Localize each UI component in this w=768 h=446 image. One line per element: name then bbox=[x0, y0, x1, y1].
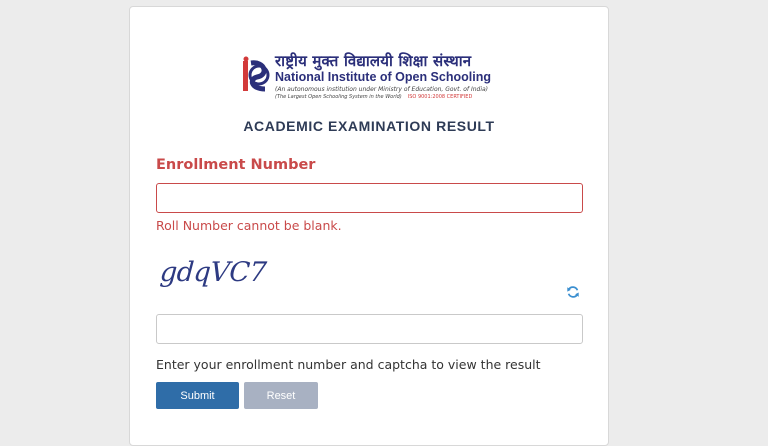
captcha-text: gdqVC7 bbox=[158, 257, 268, 288]
result-form-card: राष्ट्रीय मुक्त विद्यालयी शिक्षा संस्थान… bbox=[129, 6, 609, 446]
enrollment-error-message: Roll Number cannot be blank. bbox=[156, 218, 342, 233]
instruction-text: Enter your enrollment number and captcha… bbox=[156, 357, 541, 372]
submit-button[interactable]: Submit bbox=[156, 382, 239, 409]
enrollment-number-input[interactable] bbox=[156, 183, 583, 213]
logo-english-prefix: National Institute of bbox=[275, 70, 396, 84]
logo-tagline: (The Largest Open Schooling System in th… bbox=[275, 94, 402, 100]
enrollment-label: Enrollment Number bbox=[156, 157, 316, 173]
nios-emblem-icon bbox=[243, 56, 270, 92]
logo-hindi-name: राष्ट्रीय मुक्त विद्यालयी शिक्षा संस्थान bbox=[275, 52, 472, 70]
logo-subtitle: (An autonomous institution under Ministr… bbox=[275, 86, 489, 93]
logo-tagline-row: (The Largest Open Schooling System in th… bbox=[275, 94, 472, 100]
logo-iso-badge: ISO 9001:2008 CERTIFIED bbox=[407, 94, 473, 100]
reset-button[interactable]: Reset bbox=[244, 382, 318, 409]
refresh-icon[interactable] bbox=[566, 285, 580, 299]
logo-english-name: National Institute of Open Schooling bbox=[275, 70, 491, 84]
captcha-input[interactable] bbox=[156, 314, 583, 344]
nios-logo: राष्ट्रीय मुक्त विद्यालयी शिक्षा संस्थान… bbox=[241, 51, 503, 105]
page-title: ACADEMIC EXAMINATION RESULT bbox=[243, 118, 495, 134]
logo-english-highlight: Open Schooling bbox=[395, 70, 491, 84]
captcha-image: gdqVC7 bbox=[158, 257, 270, 297]
